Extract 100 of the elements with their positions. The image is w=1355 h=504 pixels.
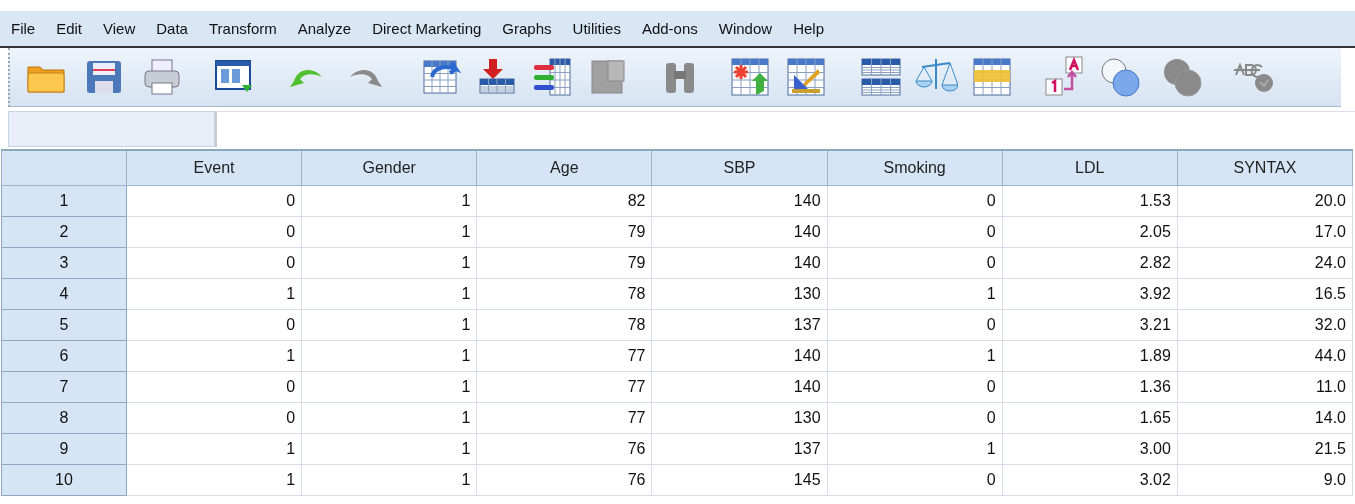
table-cell: 20.0: [1177, 185, 1353, 217]
table-cell: 76: [476, 464, 652, 496]
menu-item[interactable]: File: [10, 20, 50, 37]
menu-item[interactable]: Data: [155, 20, 202, 37]
row-header[interactable]: 1: [1, 185, 127, 217]
table-cell: 140: [651, 185, 828, 217]
column-header[interactable]: LDL: [1002, 150, 1178, 186]
table-cell: 0: [126, 247, 302, 279]
table-cell: 145: [651, 464, 828, 496]
table-cell: 140: [651, 371, 828, 403]
row-header[interactable]: 6: [1, 340, 127, 372]
menu-item[interactable]: Edit: [55, 20, 97, 37]
split-file-icon[interactable]: [858, 55, 902, 99]
table-cell: 21.5: [1177, 433, 1353, 465]
table-cell: 32.0: [1177, 309, 1353, 341]
table-cell: 1: [301, 402, 477, 434]
select-cases-icon[interactable]: [970, 55, 1014, 99]
table-cell: 0: [126, 371, 302, 403]
menu-item[interactable]: Analyze: [296, 20, 366, 37]
column-header[interactable]: Smoking: [827, 150, 1003, 186]
table-cell: 0: [126, 216, 302, 248]
table-cell: 1: [126, 433, 302, 465]
row-header[interactable]: 2: [1, 216, 127, 248]
table-cell: 140: [651, 216, 828, 248]
row-header[interactable]: 5: [1, 309, 127, 341]
menu-item[interactable]: Add-ons: [640, 20, 712, 37]
table-cell: 77: [476, 402, 652, 434]
insert-case-icon[interactable]: [728, 55, 772, 99]
column-header[interactable]: SYNTAX: [1177, 150, 1353, 186]
table-cell: 3.92: [1002, 278, 1178, 310]
table-cell: 79: [476, 247, 652, 279]
table-cell: 78: [476, 309, 652, 341]
cell-editor-field[interactable]: [215, 111, 1355, 147]
cell-name-field[interactable]: [8, 111, 215, 147]
table-cell: 1: [126, 340, 302, 372]
table-cell: 79: [476, 216, 652, 248]
row-header[interactable]: 10: [1, 464, 127, 496]
table-cell: 1: [301, 247, 477, 279]
row-header[interactable]: 8: [1, 402, 127, 434]
table-cell: 3.00: [1002, 433, 1178, 465]
table-cell: 0: [126, 402, 302, 434]
table-cell: 1: [126, 464, 302, 496]
table-cell: 1.89: [1002, 340, 1178, 372]
menu-item[interactable]: Help: [792, 20, 838, 37]
table-cell: 0: [827, 309, 1003, 341]
column-header[interactable]: Age: [476, 150, 652, 186]
table-cell: 0: [827, 464, 1003, 496]
row-header[interactable]: 4: [1, 278, 127, 310]
table-cell: 0: [827, 247, 1003, 279]
table-cell: 1: [301, 185, 477, 217]
table-cell: 140: [651, 247, 828, 279]
table-cell: 0: [827, 216, 1003, 248]
column-header[interactable]: Event: [126, 150, 302, 186]
menu-item[interactable]: Graphs: [501, 20, 566, 37]
table-cell: 0: [827, 185, 1003, 217]
table-cell: 1: [126, 278, 302, 310]
table-cell: 0: [126, 185, 302, 217]
row-header[interactable]: 9: [1, 433, 127, 465]
table-cell: 1.36: [1002, 371, 1178, 403]
menu-item[interactable]: View: [102, 20, 150, 37]
table-cell: 16.5: [1177, 278, 1353, 310]
table-cell: 17.0: [1177, 216, 1353, 248]
column-header[interactable]: SBP: [651, 150, 828, 186]
table-cell: 137: [651, 309, 828, 341]
menu-item[interactable]: Transform: [207, 20, 291, 37]
table-cell: 1: [301, 371, 477, 403]
table-cell: 77: [476, 340, 652, 372]
table-cell: 1: [301, 433, 477, 465]
row-header[interactable]: 7: [1, 371, 127, 403]
table-cell: 11.0: [1177, 371, 1353, 403]
menu-item[interactable]: Window: [717, 20, 787, 37]
table-cell: 137: [651, 433, 828, 465]
table-cell: 0: [126, 309, 302, 341]
table-cell: 1: [301, 464, 477, 496]
table-cell: 82: [476, 185, 652, 217]
table-cell: 0: [827, 371, 1003, 403]
table-cell: 1: [827, 278, 1003, 310]
table-cell: 78: [476, 278, 652, 310]
table-cell: 1: [301, 309, 477, 341]
table-cell: 2.05: [1002, 216, 1178, 248]
table-cell: 2.82: [1002, 247, 1178, 279]
table-cell: 3.02: [1002, 464, 1178, 496]
table-cell: 1: [827, 340, 1003, 372]
table-cell: 44.0: [1177, 340, 1353, 372]
table-cell: 130: [651, 278, 828, 310]
table-cell: 140: [651, 340, 828, 372]
insert-variable-icon[interactable]: [784, 55, 828, 99]
table-cell: 0: [827, 402, 1003, 434]
menu-item[interactable]: Utilities: [571, 20, 635, 37]
table-cell: 24.0: [1177, 247, 1353, 279]
table-cell: 9.0: [1177, 464, 1353, 496]
menu-item[interactable]: Direct Marketing: [371, 20, 496, 37]
column-header[interactable]: Gender: [301, 150, 477, 186]
table-cell: 1: [301, 216, 477, 248]
row-header[interactable]: 3: [1, 247, 127, 279]
table-cell: 14.0: [1177, 402, 1353, 434]
table-cell: 1.53: [1002, 185, 1178, 217]
table-cell: 1: [301, 340, 477, 372]
table-cell: 1.65: [1002, 402, 1178, 434]
venn-diagram-icon[interactable]: [1098, 55, 1142, 99]
